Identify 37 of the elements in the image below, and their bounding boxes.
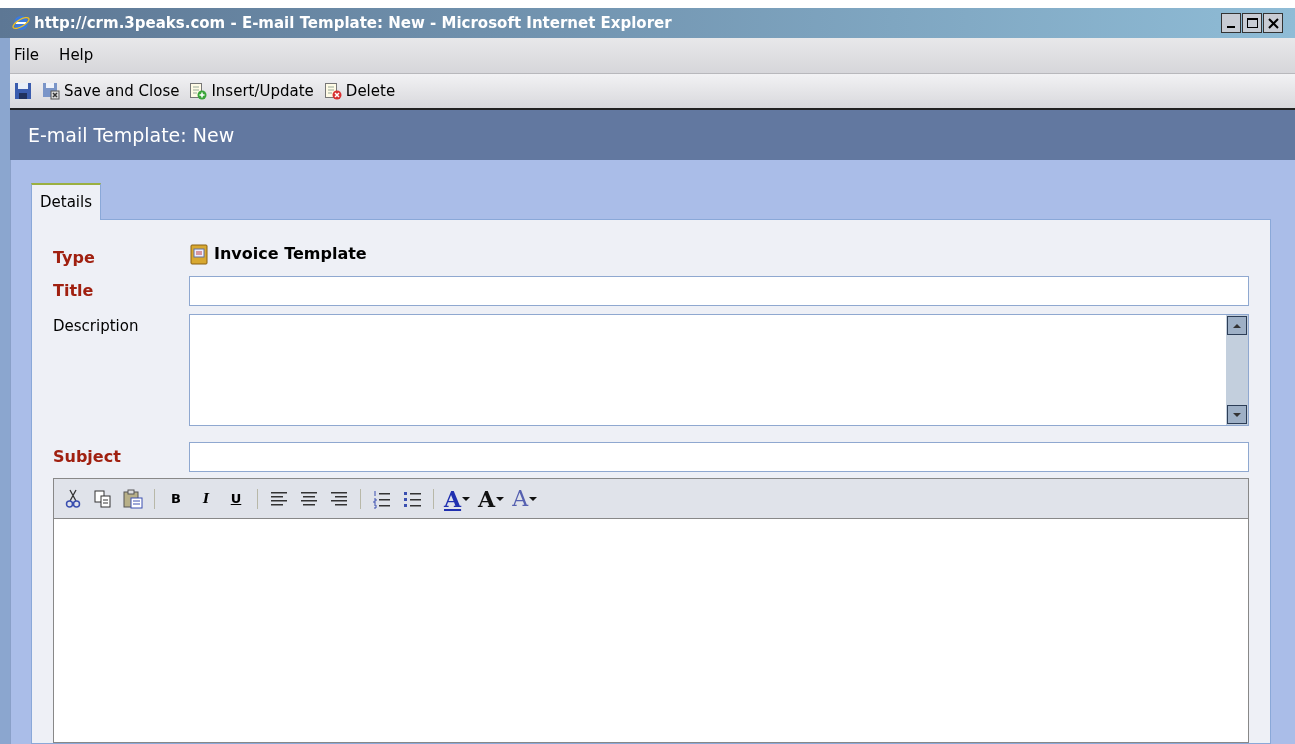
document-plus-icon (189, 82, 208, 100)
notepad-icon (189, 243, 209, 265)
dropdown-caret-icon (529, 496, 538, 501)
menu-item[interactable]: Help (59, 44, 94, 67)
close-button[interactable] (1263, 13, 1283, 33)
bold-button[interactable]: B (165, 492, 187, 505)
field-label: Title (53, 280, 95, 302)
page-title: E-mail Template: New (28, 122, 235, 148)
clipboard-icon[interactable] (122, 487, 144, 510)
italic-button[interactable]: I (195, 492, 217, 505)
document-delete-icon (323, 82, 342, 100)
type-value: Invoice Template (214, 243, 367, 265)
tab[interactable]: Details (31, 183, 101, 220)
browser-logo-icon (12, 14, 30, 32)
size-button[interactable]: A (478, 487, 505, 510)
title-field[interactable] (189, 276, 1249, 306)
color-button[interactable]: A (512, 487, 538, 510)
subject-field[interactable] (189, 442, 1249, 472)
copy-icon[interactable] (92, 487, 114, 510)
maximize-button[interactable] (1242, 13, 1262, 33)
field-label: Description (53, 316, 140, 337)
floppy-disk-close-icon (42, 82, 60, 100)
dropdown-caret-icon (462, 496, 471, 501)
field-label: Subject (53, 446, 122, 468)
highlight-button[interactable]: A (444, 487, 471, 510)
toolbar-button[interactable]: Save and Close (42, 79, 180, 103)
underline-button[interactable]: U (225, 492, 247, 505)
close-icon (1267, 17, 1279, 29)
toolbar-button[interactable]: Delete (323, 79, 396, 103)
scrollbar[interactable] (1226, 315, 1248, 425)
menu-item[interactable]: File (14, 44, 40, 67)
minimize-button[interactable] (1221, 13, 1241, 33)
toolbar-button[interactable]: Insert/Update (189, 79, 314, 103)
window-title: http://crm.3peaks.com - E-mail Template: New - Microsoft Internet Explorer (34, 12, 672, 34)
description-field[interactable] (189, 314, 1249, 426)
field-label: Type (53, 247, 96, 269)
dropdown-caret-icon (496, 496, 505, 501)
